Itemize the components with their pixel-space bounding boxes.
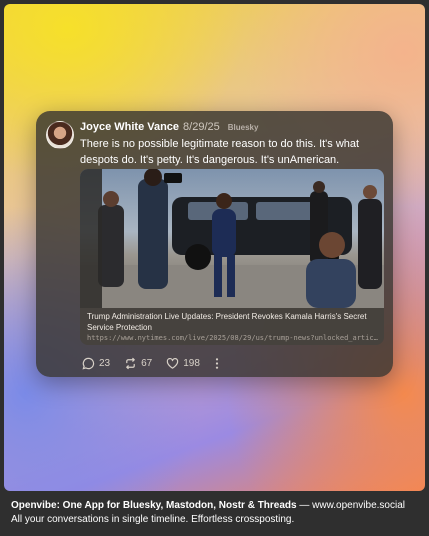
link-preview-card[interactable]: Trump Administration Live Updates: Presi… <box>80 169 384 345</box>
promo-caption: Openvibe: One App for Bluesky, Mastodon,… <box>11 499 421 527</box>
link-title: Trump Administration Live Updates: Presi… <box>87 312 367 332</box>
like-count: 198 <box>183 357 200 369</box>
post-card[interactable]: Joyce White Vance 8/29/25 Bluesky There … <box>36 111 393 377</box>
repost-button[interactable]: 67 <box>124 357 152 370</box>
post-text: There is no possible legitimate reason t… <box>80 138 360 166</box>
post-actions: 23 67 198 <box>82 355 220 371</box>
caption-headline: Openvibe: One App for Bluesky, Mastodon,… <box>11 500 297 511</box>
more-options-button[interactable] <box>214 357 220 370</box>
repost-count: 67 <box>141 357 153 369</box>
post-date: 8/29/25 <box>183 121 220 133</box>
caption-separator: — <box>296 500 313 511</box>
link-preview-image <box>80 169 384 308</box>
reply-button[interactable]: 23 <box>82 357 110 370</box>
author-name[interactable]: Joyce White Vance <box>80 121 179 133</box>
caption-site-link[interactable]: www.openvibe.social <box>312 500 405 511</box>
repost-arrows-icon <box>124 357 137 370</box>
caption-headline-line: Openvibe: One App for Bluesky, Mastodon,… <box>11 499 421 513</box>
speech-bubble-icon <box>82 357 95 370</box>
reply-count: 23 <box>99 357 111 369</box>
link-url[interactable]: https://www.nytimes.com/live/2025/08/29/… <box>87 334 379 342</box>
vertical-dots-icon <box>214 357 220 370</box>
heart-icon <box>166 357 179 370</box>
author-avatar[interactable] <box>46 121 74 149</box>
like-button[interactable]: 198 <box>166 357 200 370</box>
post-header: Joyce White Vance 8/29/25 Bluesky <box>80 121 381 137</box>
network-badge: Bluesky <box>227 123 259 132</box>
caption-tagline: All your conversations in single timelin… <box>11 514 295 525</box>
